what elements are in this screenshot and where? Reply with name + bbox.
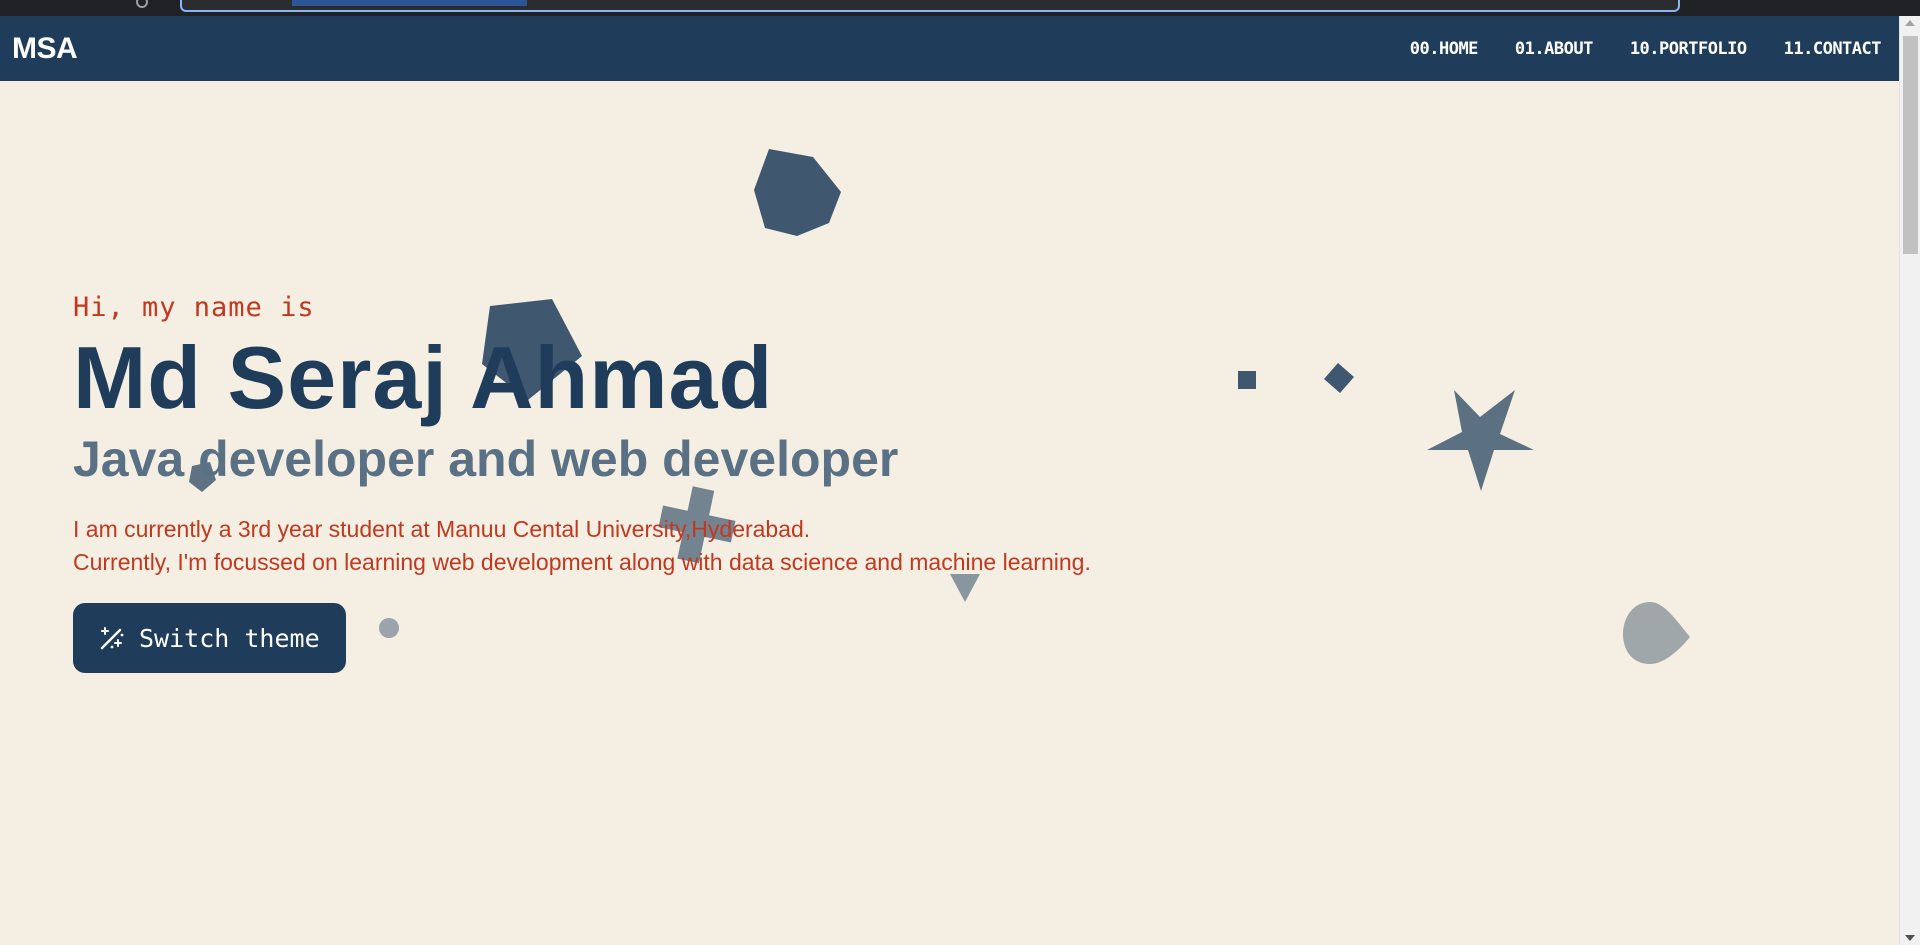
greeting: Hi, my name is: [73, 292, 315, 323]
teardrop-shape: [1622, 602, 1690, 664]
nav-links: 00.HOME 01.ABOUT 10.PORTFOLIO 11.CONTACT: [1410, 39, 1882, 59]
switch-theme-label: Switch theme: [139, 623, 320, 653]
browser-toolbar: [0, 0, 1920, 16]
star-shape: [1427, 390, 1534, 491]
scroll-thumb[interactable]: [1903, 36, 1918, 254]
hero-role: Java developer and web developer: [73, 431, 899, 487]
scroll-up-icon[interactable]: [1905, 20, 1915, 26]
navbar: MSA 00.HOME 01.ABOUT 10.PORTFOLIO 11.CON…: [0, 16, 1899, 81]
nav-link-contact[interactable]: 11.CONTACT: [1784, 39, 1882, 59]
reload-icon[interactable]: [136, 0, 148, 8]
hero-section: Hi, my name is Md Seraj Ahmad Java devel…: [73, 292, 1091, 673]
bio-line-2: Currently, I'm focussed on learning web …: [73, 549, 1091, 575]
bio-line-1: I am currently a 3rd year student at Man…: [73, 516, 811, 542]
hero-name: Md Seraj Ahmad: [73, 328, 774, 427]
nav-link-portfolio[interactable]: 10.PORTFOLIO: [1630, 39, 1747, 59]
address-selection: [292, 0, 527, 6]
switch-theme-button[interactable]: Switch theme: [73, 603, 346, 673]
hero-bio: I am currently a 3rd year student at Man…: [73, 513, 1091, 579]
site-logo[interactable]: MSA: [12, 32, 78, 66]
nav-link-home[interactable]: 00.HOME: [1410, 39, 1479, 59]
octagon-shape: [754, 149, 841, 236]
address-bar[interactable]: [180, 0, 1680, 12]
square-shape: [1238, 371, 1256, 389]
scroll-down-icon[interactable]: [1905, 935, 1915, 941]
diamond-shape: [1324, 363, 1354, 393]
magic-wand-icon: [100, 627, 124, 650]
page-scrollbar[interactable]: [1899, 16, 1920, 945]
nav-link-about[interactable]: 01.ABOUT: [1515, 39, 1593, 59]
